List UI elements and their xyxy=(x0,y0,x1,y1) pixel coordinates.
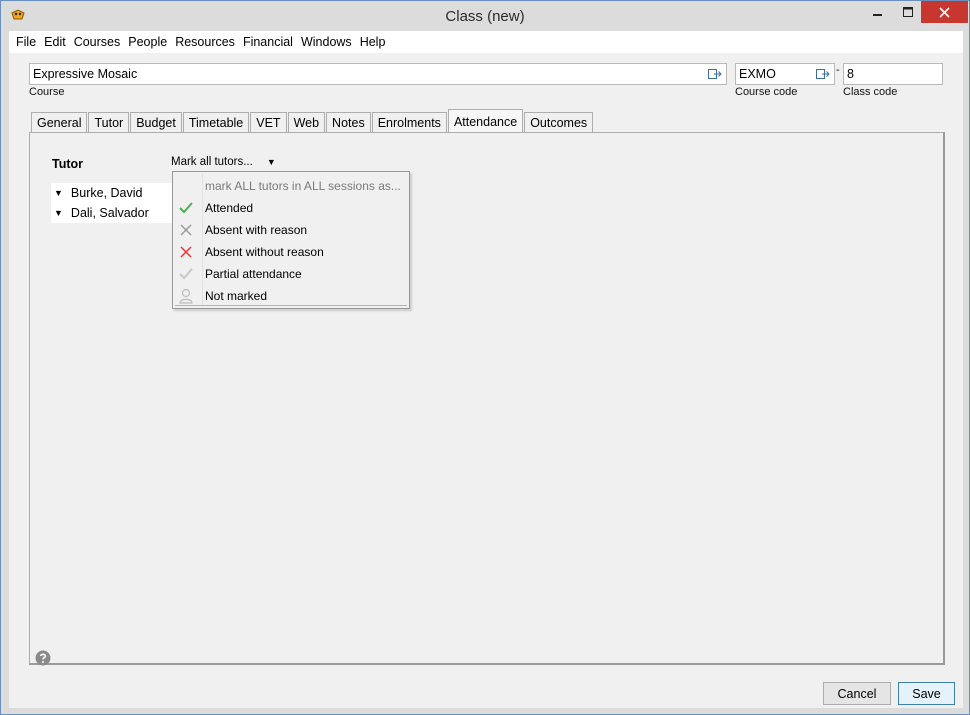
title-bar[interactable]: Class (new) xyxy=(1,1,969,31)
minimize-button[interactable] xyxy=(861,1,895,23)
menu-bottom-divider xyxy=(175,305,407,306)
menu-item-not-marked[interactable]: Not marked xyxy=(173,285,409,307)
save-button[interactable]: Save xyxy=(898,682,955,705)
tab-attendance[interactable]: Attendance xyxy=(447,109,524,133)
close-button[interactable] xyxy=(921,1,968,23)
minimize-icon xyxy=(873,14,882,16)
tab-notes[interactable]: Notes xyxy=(326,112,371,133)
tutor-list: ▼ Burke, David ▼ Dali, Salvador xyxy=(51,183,181,223)
menu-financial[interactable]: Financial xyxy=(239,35,297,49)
course-code-field[interactable]: EXMO xyxy=(735,63,835,85)
menu-item-absent-with-reason[interactable]: Absent with reason xyxy=(173,219,409,241)
maximize-button[interactable] xyxy=(895,1,921,23)
open-record-icon[interactable] xyxy=(816,68,830,80)
check-icon xyxy=(179,202,193,214)
menu-item-label: Not marked xyxy=(205,289,268,303)
menu-header: mark ALL tutors in ALL sessions as... xyxy=(173,175,409,197)
client-area: File Edit Courses People Resources Finan… xyxy=(9,31,963,708)
course-label: Course xyxy=(29,86,65,98)
class-code-value: 8 xyxy=(847,67,854,81)
attendance-panel: Tutor Mark all tutors... ▼ ▼ Burke, Davi… xyxy=(29,132,945,666)
course-code-label: Course code xyxy=(735,86,798,98)
menu-item-absent-without-reason[interactable]: Absent without reason xyxy=(173,241,409,263)
tutor-name: Dali, Salvador xyxy=(70,206,149,220)
expand-triangle-icon[interactable]: ▼ xyxy=(54,188,63,198)
tab-budget[interactable]: Budget xyxy=(130,112,182,133)
mark-all-menu: mark ALL tutors in ALL sessions as... At… xyxy=(172,171,410,309)
check-icon xyxy=(179,268,193,280)
menu-header-text: mark ALL tutors in ALL sessions as... xyxy=(205,179,401,193)
tab-timetable[interactable]: Timetable xyxy=(182,112,250,133)
code-separator: - xyxy=(836,64,840,76)
tutor-row[interactable]: ▼ Burke, David xyxy=(51,183,181,203)
menu-windows[interactable]: Windows xyxy=(297,35,356,49)
expand-triangle-icon[interactable]: ▼ xyxy=(54,208,63,218)
tab-web[interactable]: Web xyxy=(287,112,326,133)
tab-vet[interactable]: VET xyxy=(250,112,287,133)
cross-icon xyxy=(180,246,192,258)
menu-resources[interactable]: Resources xyxy=(171,35,239,49)
menu-courses[interactable]: Courses xyxy=(70,35,125,49)
app-window: Class (new) File Edit Courses People Res… xyxy=(0,0,970,715)
menu-item-label: Absent with reason xyxy=(205,223,308,237)
tab-enrolments[interactable]: Enrolments xyxy=(371,112,447,133)
tutor-row[interactable]: ▼ Dali, Salvador xyxy=(51,203,181,223)
maximize-icon xyxy=(903,7,913,17)
help-icon[interactable] xyxy=(35,650,51,666)
menu-file[interactable]: File xyxy=(12,35,40,49)
menu-help[interactable]: Help xyxy=(356,35,390,49)
cross-icon xyxy=(180,224,192,236)
window-title: Class (new) xyxy=(445,8,525,25)
tab-bar: General Tutor Budget Timetable VET Web N… xyxy=(31,109,594,133)
open-record-icon[interactable] xyxy=(708,68,722,80)
close-icon xyxy=(939,6,950,18)
chevron-down-icon: ▼ xyxy=(266,157,276,167)
menu-bar: File Edit Courses People Resources Finan… xyxy=(9,31,963,53)
menu-item-attended[interactable]: Attended xyxy=(173,197,409,219)
person-icon xyxy=(179,288,193,304)
menu-item-label: Absent without reason xyxy=(205,245,324,259)
menu-edit[interactable]: Edit xyxy=(40,35,70,49)
mark-all-label: Mark all tutors... xyxy=(171,156,253,168)
tutor-name: Burke, David xyxy=(70,186,143,200)
cancel-button[interactable]: Cancel xyxy=(823,682,891,705)
menu-item-label: Attended xyxy=(205,201,254,215)
tab-outcomes[interactable]: Outcomes xyxy=(524,112,594,133)
course-code-value: EXMO xyxy=(739,67,776,81)
course-value: Expressive Mosaic xyxy=(33,67,138,81)
tutor-heading: Tutor xyxy=(52,157,84,171)
tab-tutor[interactable]: Tutor xyxy=(88,112,130,133)
class-code-field[interactable]: 8 xyxy=(843,63,943,85)
menu-people[interactable]: People xyxy=(124,35,171,49)
tab-general[interactable]: General xyxy=(31,112,88,133)
menu-item-partial-attendance[interactable]: Partial attendance xyxy=(173,263,409,285)
course-field[interactable]: Expressive Mosaic xyxy=(29,63,727,85)
mark-all-dropdown[interactable]: Mark all tutors... ▼ xyxy=(171,156,276,168)
menu-item-label: Partial attendance xyxy=(205,267,302,281)
class-code-label: Class code xyxy=(843,86,898,98)
